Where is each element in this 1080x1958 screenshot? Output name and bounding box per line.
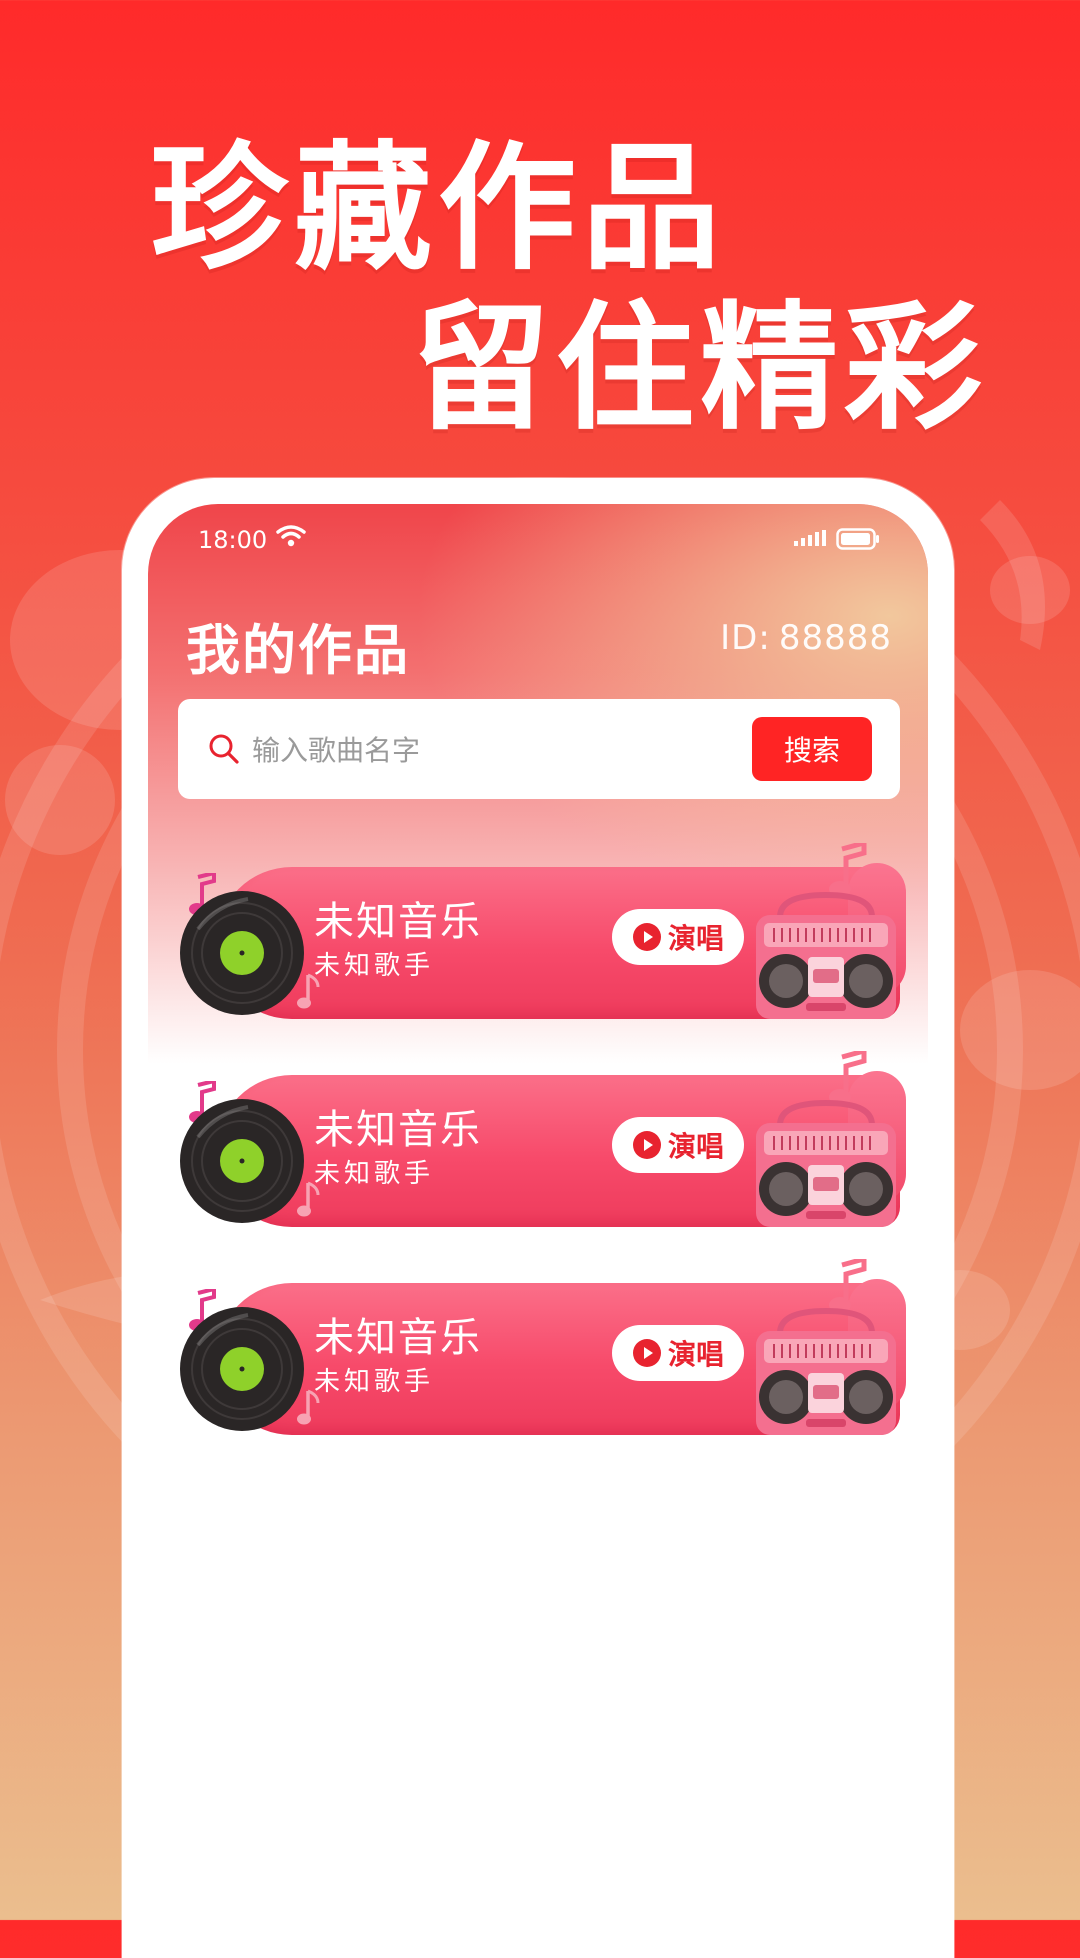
vinyl-record-icon xyxy=(180,891,304,1015)
phone-frame: 18:00 我的作品 ID: 88888 输入歌曲名字 搜索 未知音乐 未知歌手… xyxy=(122,478,954,1958)
play-icon xyxy=(632,923,661,951)
song-title: 未知音乐 xyxy=(314,1107,482,1153)
phone-screen: 18:00 我的作品 ID: 88888 输入歌曲名字 搜索 未知音乐 未知歌手… xyxy=(148,504,928,1958)
search-button[interactable]: 搜索 xyxy=(752,717,872,781)
song-artist: 未知歌手 xyxy=(314,1367,435,1397)
sing-button[interactable]: 演唱 xyxy=(612,1117,744,1173)
wifi-icon xyxy=(276,525,306,547)
song-card[interactable]: 未知音乐 未知歌手 演唱 xyxy=(148,1255,928,1463)
boombox-icon xyxy=(756,891,896,1019)
signal-icon xyxy=(794,530,826,546)
song-artist: 未知歌手 xyxy=(314,1159,435,1189)
sing-button-label: 演唱 xyxy=(667,922,724,955)
search-bar: 搜索 xyxy=(178,699,900,799)
user-id-label: ID: xyxy=(720,618,771,658)
user-id-value: 88888 xyxy=(778,618,892,658)
user-id: ID: 88888 xyxy=(720,618,892,658)
sing-button[interactable]: 演唱 xyxy=(612,1325,744,1381)
song-card[interactable]: 未知音乐 未知歌手 演唱 xyxy=(148,839,928,1047)
sing-button[interactable]: 演唱 xyxy=(612,909,744,965)
song-list: 未知音乐 未知歌手 演唱 未知音乐 未知歌手 演唱 未知音乐 未知歌手 演唱 xyxy=(148,839,928,1463)
sing-button-label: 演唱 xyxy=(667,1338,724,1371)
promo-headline-line2: 留住精彩 xyxy=(412,288,989,449)
song-card[interactable]: 未知音乐 未知歌手 演唱 xyxy=(148,1047,928,1255)
vinyl-record-icon xyxy=(180,1099,304,1223)
vinyl-record-icon xyxy=(180,1307,304,1431)
status-time: 18:00 xyxy=(198,526,268,554)
boombox-icon xyxy=(756,1099,896,1227)
search-input[interactable] xyxy=(250,725,734,775)
boombox-icon xyxy=(756,1307,896,1435)
page-title: 我的作品 xyxy=(186,619,410,682)
play-icon xyxy=(632,1339,661,1367)
sing-button-label: 演唱 xyxy=(667,1130,724,1163)
play-icon xyxy=(632,1131,661,1159)
song-title: 未知音乐 xyxy=(314,899,482,945)
battery-icon xyxy=(836,528,879,550)
promo-headline-line1: 珍藏作品 xyxy=(150,128,727,289)
song-title: 未知音乐 xyxy=(314,1315,482,1361)
song-artist: 未知歌手 xyxy=(314,951,435,981)
status-bar: 18:00 xyxy=(148,504,928,564)
search-icon xyxy=(209,734,239,764)
